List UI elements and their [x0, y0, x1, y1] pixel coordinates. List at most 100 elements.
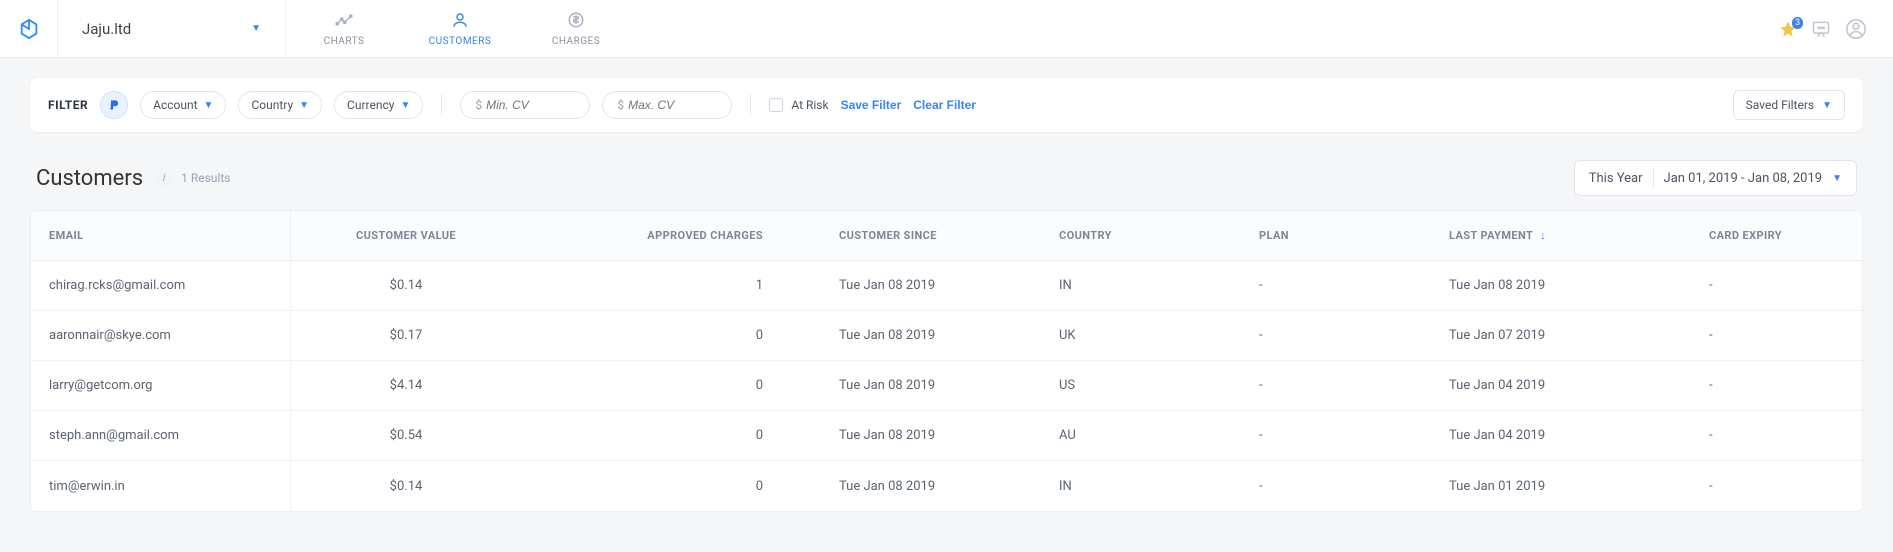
cell-last-payment: Tue Jan 01 2019 — [1431, 479, 1691, 494]
cell-value: $0.54 — [291, 428, 521, 443]
cell-email: tim@erwin.in — [31, 461, 291, 511]
charts-icon — [335, 11, 353, 32]
date-range-selector[interactable]: This Year Jan 01, 2019 - Jan 08, 2019 ▼ — [1574, 160, 1857, 196]
cell-plan: - — [1241, 378, 1431, 393]
table-row[interactable]: tim@erwin.in$0.140Tue Jan 08 2019IN-Tue … — [31, 461, 1862, 511]
chevron-down-icon: ▼ — [204, 100, 214, 111]
cell-country: IN — [1041, 278, 1241, 293]
cell-country: UK — [1041, 328, 1241, 343]
top-bar: Jaju.ltd ▼ CHARTS CUSTOMERS CHARGES 3 — [0, 0, 1893, 58]
cell-last-payment: Tue Jan 04 2019 — [1431, 428, 1691, 443]
cell-country: AU — [1041, 428, 1241, 443]
cell-last-payment: Tue Jan 07 2019 — [1431, 328, 1691, 343]
charges-icon — [567, 11, 585, 32]
divider — [1653, 169, 1654, 187]
profile-button[interactable] — [1845, 18, 1867, 40]
logo-icon — [18, 18, 40, 40]
cell-email: larry@getcom.org — [31, 361, 291, 410]
col-email[interactable]: EMAIL — [31, 211, 291, 260]
tab-charges[interactable]: CHARGES — [518, 0, 634, 57]
chat-button[interactable] — [1811, 19, 1831, 39]
cell-plan: - — [1241, 479, 1431, 494]
tab-label: CHARTS — [324, 36, 365, 47]
filter-bar: FILTER Account ▼ Country ▼ Currency ▼ $ — [30, 78, 1863, 132]
cell-card-expiry: - — [1691, 428, 1862, 443]
cell-since: Tue Jan 08 2019 — [781, 278, 1041, 293]
table-row[interactable]: steph.ann@gmail.com$0.540Tue Jan 08 2019… — [31, 411, 1862, 461]
org-selector[interactable]: Jaju.ltd ▼ — [58, 0, 286, 57]
app-logo[interactable] — [0, 0, 58, 57]
col-label: LAST PAYMENT — [1449, 229, 1533, 242]
cell-plan: - — [1241, 278, 1431, 293]
dollar-icon: $ — [475, 98, 482, 112]
cell-since: Tue Jan 08 2019 — [781, 479, 1041, 494]
col-approved[interactable]: APPROVED CHARGES — [521, 229, 781, 242]
col-since[interactable]: CUSTOMER SINCE — [781, 229, 1041, 242]
chevron-down-icon: ▼ — [299, 100, 309, 111]
cell-value: $4.14 — [291, 378, 521, 393]
chevron-down-icon: ▼ — [400, 100, 410, 111]
tab-charts[interactable]: CHARTS — [286, 0, 402, 57]
top-tabs: CHARTS CUSTOMERS CHARGES — [286, 0, 634, 57]
saved-filters-button[interactable]: Saved Filters ▼ — [1733, 90, 1845, 120]
cell-card-expiry: - — [1691, 278, 1862, 293]
customers-table: EMAIL CUSTOMER VALUE APPROVED CHARGES CU… — [30, 210, 1863, 512]
table-row[interactable]: chirag.rcks@gmail.com$0.141Tue Jan 08 20… — [31, 261, 1862, 311]
filter-right: Saved Filters ▼ — [1733, 90, 1845, 120]
pill-label: Currency — [347, 98, 394, 112]
star-count-badge: 3 — [1792, 17, 1803, 29]
max-cv-input[interactable]: $ — [602, 91, 732, 119]
min-cv-field[interactable] — [486, 98, 566, 112]
filter-left: FILTER Account ▼ Country ▼ Currency ▼ $ — [48, 91, 976, 119]
at-risk-checkbox[interactable]: At Risk — [769, 98, 828, 112]
chevron-down-icon: ▼ — [1832, 173, 1842, 184]
paypal-icon — [107, 98, 121, 112]
cell-email: chirag.rcks@gmail.com — [31, 261, 291, 310]
cell-value: $0.14 — [291, 278, 521, 293]
cell-approved: 0 — [521, 378, 781, 393]
pill-label: Country — [251, 98, 293, 112]
chevron-down-icon: ▼ — [1822, 100, 1832, 111]
cell-country: IN — [1041, 479, 1241, 494]
checkbox-icon[interactable] — [769, 98, 783, 112]
save-filter-button[interactable]: Save Filter — [841, 98, 902, 112]
checkbox-label: At Risk — [791, 98, 828, 112]
filter-currency[interactable]: Currency ▼ — [334, 91, 423, 119]
cell-approved: 0 — [521, 428, 781, 443]
tab-label: CUSTOMERS — [429, 36, 492, 47]
cell-card-expiry: - — [1691, 378, 1862, 393]
filter-country[interactable]: Country ▼ — [238, 91, 322, 119]
info-icon[interactable]: i — [155, 169, 173, 187]
date-range: Jan 01, 2019 - Jan 08, 2019 — [1664, 171, 1823, 186]
favorites-button[interactable]: 3 — [1779, 20, 1797, 38]
col-card-expiry[interactable]: CARD EXPIRY — [1691, 229, 1862, 242]
top-right-icons: 3 — [1779, 0, 1893, 57]
cell-card-expiry: - — [1691, 479, 1862, 494]
page-content: FILTER Account ▼ Country ▼ Currency ▼ $ — [0, 58, 1893, 552]
cell-plan: - — [1241, 428, 1431, 443]
sort-down-icon: ↓ — [1540, 229, 1546, 242]
clear-filter-button[interactable]: Clear Filter — [913, 98, 976, 112]
cell-since: Tue Jan 08 2019 — [781, 378, 1041, 393]
tab-customers[interactable]: CUSTOMERS — [402, 0, 518, 57]
results-count: 1 Results — [181, 171, 230, 185]
filter-provider-button[interactable] — [100, 91, 128, 119]
col-last-payment[interactable]: LAST PAYMENT ↓ — [1431, 229, 1691, 242]
cell-value: $0.14 — [291, 479, 521, 494]
cell-last-payment: Tue Jan 08 2019 — [1431, 278, 1691, 293]
col-plan[interactable]: PLAN — [1241, 229, 1431, 242]
cell-email: steph.ann@gmail.com — [31, 411, 291, 460]
cell-approved: 1 — [521, 278, 781, 293]
min-cv-input[interactable]: $ — [460, 91, 590, 119]
tab-label: CHARGES — [552, 36, 600, 47]
table-row[interactable]: aaronnair@skye.com$0.170Tue Jan 08 2019U… — [31, 311, 1862, 361]
filter-account[interactable]: Account ▼ — [140, 91, 226, 119]
table-row[interactable]: larry@getcom.org$4.140Tue Jan 08 2019US-… — [31, 361, 1862, 411]
cell-card-expiry: - — [1691, 328, 1862, 343]
col-country[interactable]: COUNTRY — [1041, 229, 1241, 242]
cell-approved: 0 — [521, 328, 781, 343]
col-value[interactable]: CUSTOMER VALUE — [291, 229, 521, 242]
dollar-icon: $ — [617, 98, 624, 112]
cell-approved: 0 — [521, 479, 781, 494]
max-cv-field[interactable] — [628, 98, 708, 112]
